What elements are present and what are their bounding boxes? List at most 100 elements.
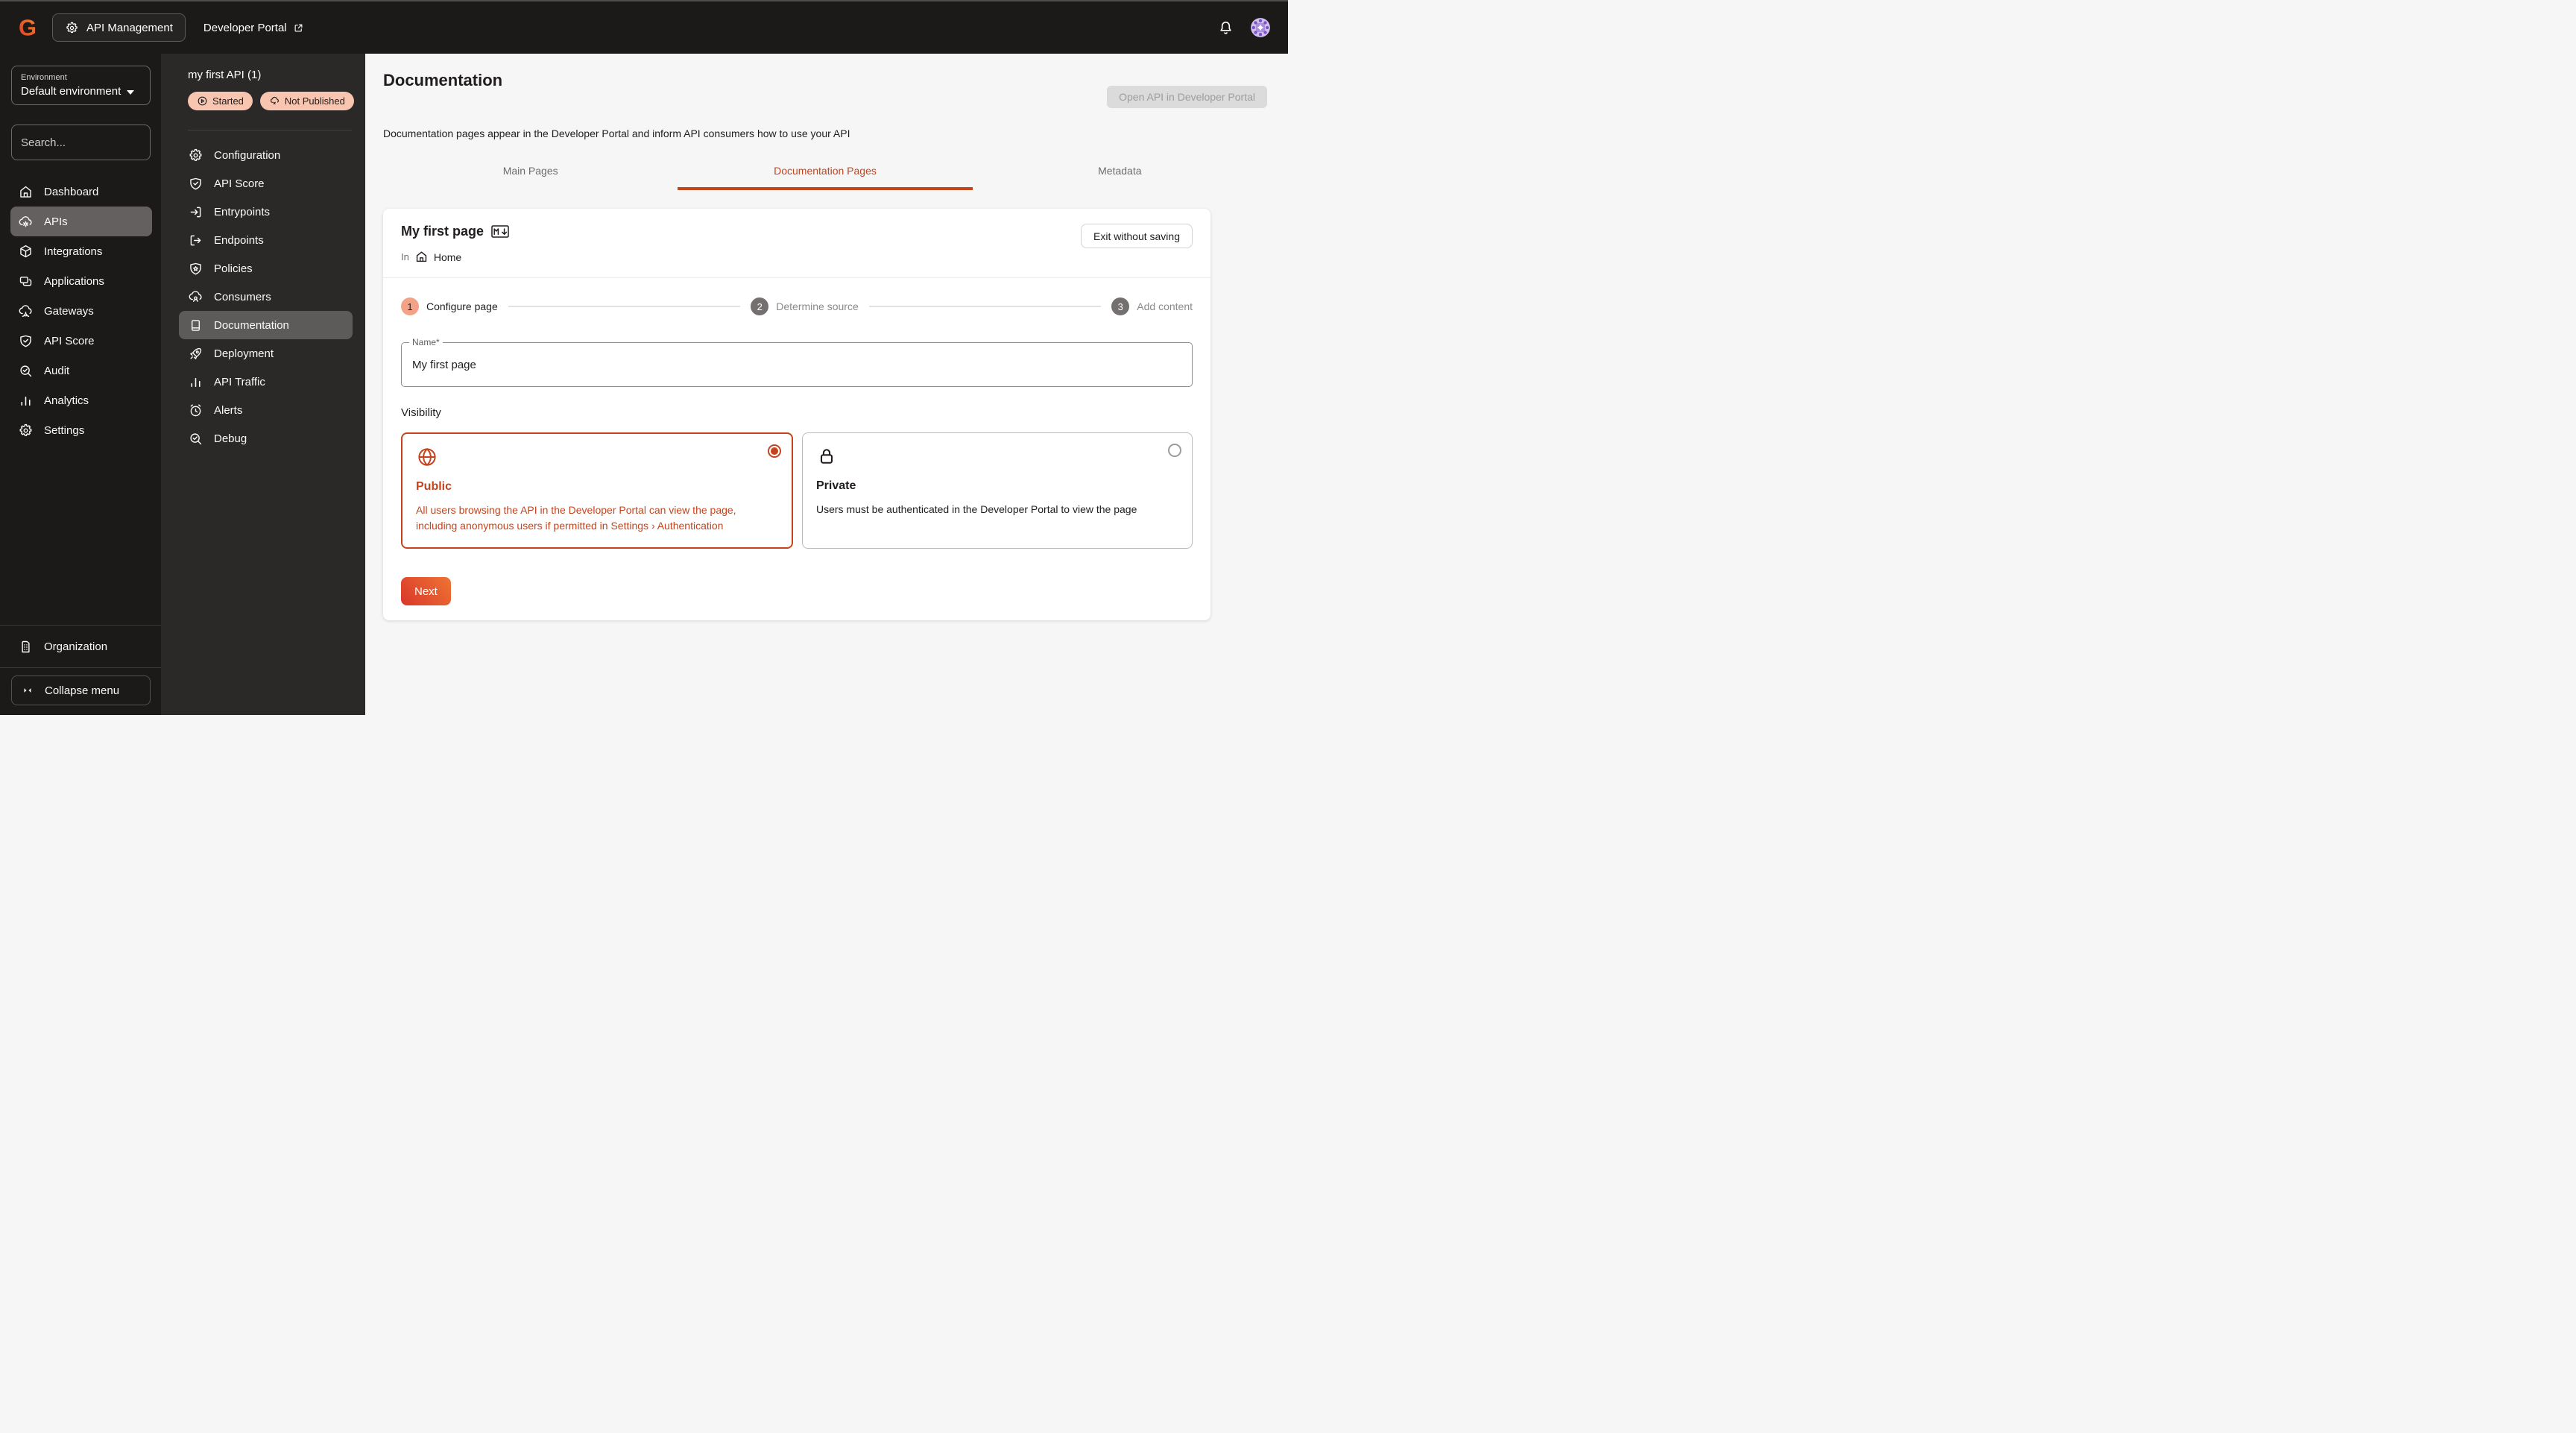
exit-without-saving-button[interactable]: Exit without saving [1081,224,1193,248]
page-title: Documentation [383,71,503,89]
status-badge-not-published: Not Published [259,92,354,110]
api-menu-item-label: Alerts [214,403,243,417]
step-determine-source: 2 Determine source [751,297,859,315]
api-menu-item-deployment[interactable]: Deployment [179,339,353,368]
tab-documentation-pages[interactable]: Documentation Pages [678,157,973,190]
documentation-tabs: Main Pages Documentation Pages Metadata [383,157,1267,190]
visibility-label: Visibility [401,406,441,419]
api-menu-item-label: Consumers [214,290,271,303]
collapse-menu-button[interactable]: Collapse menu [11,675,151,705]
user-avatar[interactable] [1251,18,1270,37]
sidebar-divider [0,625,161,626]
visibility-option-description: All users browsing the API in the Develo… [416,504,736,532]
api-title: my first API (1) [188,69,262,81]
topbar: G API Management Developer Portal [0,0,1288,54]
open-api-in-developer-portal-button[interactable]: Open API in Developer Portal [1107,86,1267,108]
api-menu-item-label: Policies [214,262,253,275]
step-connector [508,306,741,307]
sidebar-item-label: Analytics [44,394,89,407]
chevron-down-icon [127,89,135,95]
globe-icon [416,446,778,468]
api-menu-item-consumers[interactable]: Consumers [179,283,353,311]
sidebar-item-label: Gateways [44,304,94,318]
step-connector [868,306,1102,307]
sidebar-item-organization[interactable]: Organization [10,632,152,661]
api-menu-item-policies[interactable]: Policies [179,254,353,283]
primary-nav: Dashboard APIs Integrations Applications… [0,177,161,445]
api-menu-item-configuration[interactable]: Configuration [179,141,353,169]
api-menu-item-label: API Traffic [214,375,265,388]
name-input[interactable] [401,342,1193,387]
cards-icon [18,274,34,289]
magnifier-check-icon [188,431,203,447]
cloud-gear-icon [18,214,34,230]
step-configure-page: 1 Configure page [401,297,498,315]
lock-icon [816,445,1178,467]
page-description: Documentation pages appear in the Develo… [383,127,850,139]
sidebar-item-integrations[interactable]: Integrations [10,236,152,266]
topbar-left: G API Management Developer Portal [15,13,304,42]
cube-icon [18,244,34,259]
api-menu-item-documentation[interactable]: Documentation [179,311,353,339]
api-menu-item-api-score[interactable]: API Score [179,169,353,198]
sidebar-item-apis[interactable]: APIs [10,207,152,236]
primary-sidebar: Environment Default environment Search..… [0,54,189,715]
editor-page-title: My first page [401,224,484,239]
sidebar-item-label: API Score [44,334,95,347]
api-menu-item-label: Configuration [214,148,281,162]
radio-private-unselected[interactable] [1168,444,1181,457]
visibility-option-public[interactable]: Public All users browsing the API in the… [401,432,793,549]
sign-out-icon [188,233,203,248]
sidebar-item-audit[interactable]: Audit [10,356,152,385]
search-input[interactable] [21,136,169,149]
environment-selector[interactable]: Environment Default environment [11,66,151,105]
app-switcher-button[interactable]: API Management [52,13,186,42]
api-menu-item-api-traffic[interactable]: API Traffic [179,368,353,396]
api-menu-item-endpoints[interactable]: Endpoints [179,226,353,254]
sidebar-item-settings[interactable]: Settings [10,415,152,445]
next-button[interactable]: Next [401,577,451,605]
sidebar-item-dashboard[interactable]: Dashboard [10,177,152,207]
card-divider [383,277,1210,278]
tab-main-pages[interactable]: Main Pages [383,157,678,190]
sidebar-item-api-score[interactable]: API Score [10,326,152,356]
api-menu-item-label: Deployment [214,347,274,360]
stepper: 1 Configure page 2 Determine source 3 Ad… [401,297,1193,315]
step-number: 1 [401,297,419,315]
developer-portal-link[interactable]: Developer Portal [203,22,304,34]
topbar-right [1217,18,1270,37]
step-label: Configure page [426,300,498,312]
gravitee-logo-icon[interactable]: G [15,15,40,40]
sidebar-item-analytics[interactable]: Analytics [10,385,152,415]
api-menu-nav: Configuration API Score Entrypoints Endp… [161,141,365,453]
visibility-option-private[interactable]: Private Users must be authenticated in t… [802,432,1193,549]
search-box [11,125,189,160]
api-menu-item-label: API Score [214,177,265,190]
app-switcher-label: API Management [86,21,173,34]
notifications-bell-icon[interactable] [1217,19,1234,37]
shield-check-icon [18,333,34,349]
tab-metadata[interactable]: Metadata [973,157,1267,190]
sidebar-item-applications[interactable]: Applications [10,266,152,296]
api-menu-item-label: Documentation [214,318,289,332]
step-label: Determine source [776,300,859,312]
api-menu-item-debug[interactable]: Debug [179,424,353,453]
api-menu-item-label: Entrypoints [214,205,271,218]
bar-chart-icon [188,374,203,390]
api-menu-item-entrypoints[interactable]: Entrypoints [179,198,353,226]
sidebar-item-label: Organization [44,640,108,653]
collapse-icon [21,684,34,697]
api-menu-sidebar: my first API (1) Started Not Published C… [161,54,365,715]
developer-portal-label: Developer Portal [203,21,287,34]
sidebar-item-label: Integrations [44,245,103,258]
name-field-label: Name* [409,337,443,347]
gear-icon [18,423,34,438]
page-editor-card: My first page In Home Exit without savin… [383,209,1210,620]
sidebar-item-gateways[interactable]: Gateways [10,296,152,326]
step-number: 3 [1111,297,1130,315]
shield-check-icon [188,176,203,192]
radio-public-selected[interactable] [768,444,781,458]
api-menu-item-alerts[interactable]: Alerts [179,396,353,424]
api-menu-item-label: Debug [214,432,247,445]
building-icon [18,639,34,655]
